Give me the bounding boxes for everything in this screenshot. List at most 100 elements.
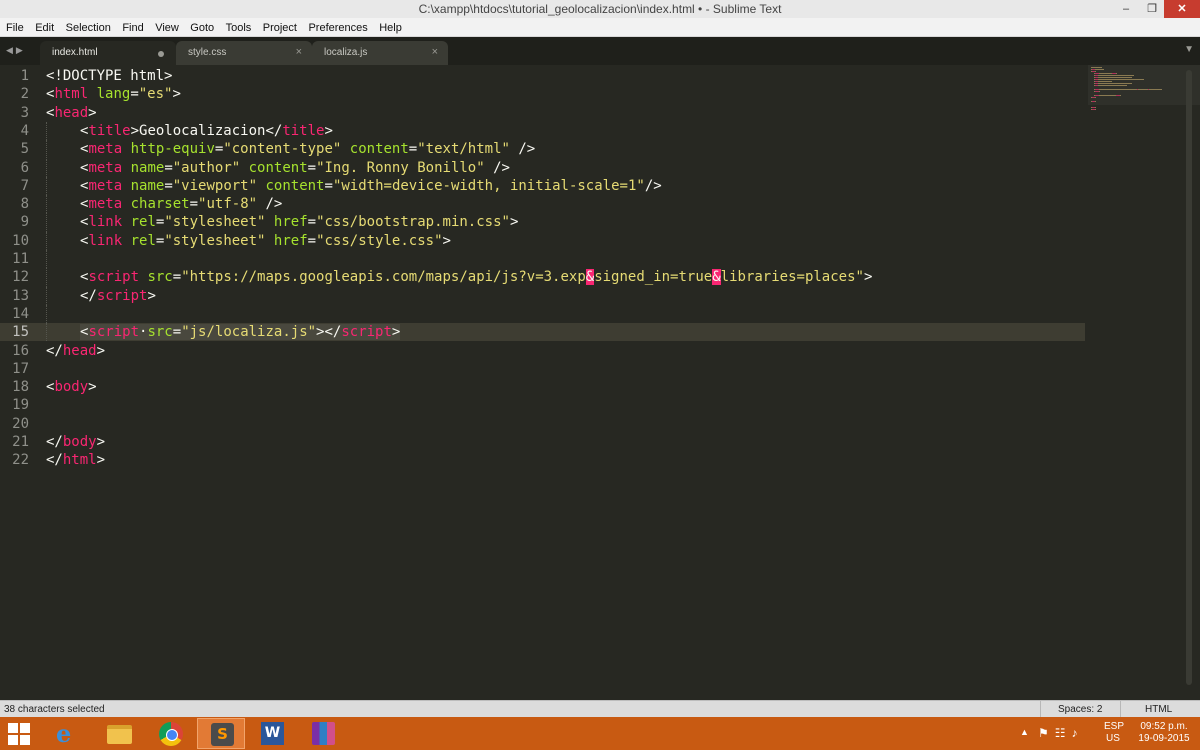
- code-editor[interactable]: 1 <!DOCTYPE html> 2 <html lang="es"> 3 <head>…: [0, 65, 1200, 700]
- code-line[interactable]: 5 <meta http-equiv="content-type" content…: [0, 140, 1085, 159]
- minimap-stroke: [1116, 73, 1117, 74]
- indent-guide: [46, 250, 47, 269]
- taskbar-chrome[interactable]: [146, 718, 194, 749]
- minimize-button[interactable]: –: [1112, 0, 1140, 18]
- plain-token: >: [147, 287, 156, 304]
- menu-file[interactable]: File: [0, 19, 24, 34]
- code-line[interactable]: 9 <link rel="stylesheet" href="css/bootst…: [0, 213, 1085, 232]
- indent-guide: [46, 213, 47, 232]
- menu-help[interactable]: Help: [373, 19, 402, 34]
- code-line[interactable]: 14: [0, 304, 1085, 324]
- indent-guide: [46, 268, 47, 287]
- vertical-scrollbar[interactable]: [1186, 70, 1192, 685]
- indent-guide: [46, 121, 47, 141]
- ampersand-token: &: [585, 269, 595, 286]
- code-line[interactable]: 18 <body>: [0, 378, 1085, 396]
- code-line[interactable]: 11: [0, 250, 1085, 269]
- tab-style-css[interactable]: style.css ×: [176, 41, 312, 65]
- maximize-button[interactable]: ❐: [1138, 0, 1166, 18]
- minimap-stroke: [1130, 77, 1132, 78]
- minimap-stroke: [1161, 89, 1162, 90]
- close-tab-icon[interactable]: ×: [296, 46, 302, 58]
- minimap-stroke: [1103, 79, 1110, 80]
- code-line[interactable]: 2 <html lang="es">: [0, 85, 1085, 103]
- plain-token: >Geolocalizacion</: [130, 122, 283, 139]
- syntax-setting[interactable]: HTML: [1145, 704, 1172, 715]
- tab-index-html[interactable]: index.html: [40, 41, 176, 65]
- taskbar-file-explorer[interactable]: [95, 718, 143, 749]
- code-line[interactable]: 4 <title>Geolocalizacion</title>: [0, 121, 1085, 141]
- menu-preferences[interactable]: Preferences: [302, 19, 367, 34]
- tag-token: link: [88, 232, 123, 249]
- menu-find[interactable]: Find: [116, 19, 143, 34]
- minimap-stroke: [1116, 77, 1130, 78]
- tab-scroll-arrows-icon[interactable]: ◀▶: [6, 45, 26, 56]
- plain-token: >: [442, 232, 451, 249]
- plain-token: </: [46, 342, 63, 359]
- code-line[interactable]: 6 <meta name="author" content="Ing. Ronny…: [0, 158, 1085, 177]
- windows-start-icon[interactable]: [8, 723, 30, 745]
- tag-token: link: [88, 214, 123, 231]
- plain-token: =: [307, 214, 317, 231]
- attribute-token: content: [349, 141, 409, 158]
- tag-token: meta: [88, 196, 123, 213]
- tray-status-icons[interactable]: ⚑☷♪: [1038, 726, 1084, 750]
- text-selection: <script·src="js/localiza.js"></script>: [80, 324, 401, 341]
- menu-edit[interactable]: Edit: [29, 19, 54, 34]
- tab-bar: ◀▶ index.html style.css × localiza.js × …: [0, 37, 1200, 65]
- menu-goto[interactable]: Goto: [184, 19, 214, 34]
- code-line[interactable]: 1 <!DOCTYPE html>: [0, 67, 1085, 85]
- unsaved-dot-icon[interactable]: [158, 51, 164, 57]
- taskbar-winrar[interactable]: [299, 718, 347, 749]
- menu-view[interactable]: View: [149, 19, 179, 34]
- menu-tools[interactable]: Tools: [220, 19, 252, 34]
- taskbar-word[interactable]: W: [248, 718, 296, 749]
- code-line[interactable]: 22 </html>: [0, 451, 1085, 469]
- line-number: 1: [20, 68, 29, 84]
- indentation-setting[interactable]: Spaces: 2: [1058, 704, 1102, 715]
- string-token: "js/localiza.js": [181, 324, 317, 341]
- tab-label: style.css: [188, 47, 227, 58]
- code-line[interactable]: 10 <link rel="stylesheet" href="css/style…: [0, 231, 1085, 250]
- tab-list-dropdown-icon[interactable]: ▼: [1184, 44, 1194, 55]
- code-line[interactable]: 21 </body>: [0, 433, 1085, 451]
- system-clock[interactable]: 09:52 p.m. 19-09-2015: [1136, 721, 1192, 750]
- string-token: "stylesheet": [164, 214, 266, 231]
- code-line[interactable]: 15 <script·src="js/localiza.js"></script>: [0, 323, 1085, 342]
- taskbar-internet-explorer[interactable]: e: [44, 718, 92, 749]
- plain-token: </: [80, 287, 97, 304]
- string-token: "content-type": [223, 141, 342, 158]
- code-line[interactable]: 19: [0, 396, 1085, 414]
- taskbar-sublime-text[interactable]: S: [197, 718, 245, 749]
- attribute-token: name: [130, 177, 165, 194]
- code-line[interactable]: 12 <script src="https://maps.googleapis.c…: [0, 268, 1085, 287]
- menu-project[interactable]: Project: [257, 19, 297, 34]
- minimap-stroke: [1095, 109, 1096, 110]
- minimap-stroke: [1110, 81, 1112, 82]
- input-language[interactable]: ESP US: [1104, 721, 1124, 750]
- indent-guide: [46, 231, 47, 250]
- plain-token: />: [644, 177, 662, 194]
- code-line[interactable]: 20: [0, 415, 1085, 433]
- tab-localiza-js[interactable]: localiza.js ×: [312, 41, 448, 65]
- code-line[interactable]: 17: [0, 360, 1085, 378]
- code-line[interactable]: 8 <meta charset="utf-8" />: [0, 195, 1085, 214]
- code-line[interactable]: 16 </head>: [0, 342, 1085, 360]
- attribute-token: content: [248, 159, 308, 176]
- code-line[interactable]: 13 </script>: [0, 286, 1085, 305]
- tag-token: title: [88, 122, 131, 139]
- show-hidden-icons-icon[interactable]: ▲: [1020, 727, 1029, 750]
- minimap[interactable]: [1088, 65, 1200, 700]
- code-line[interactable]: 3 <head>: [0, 104, 1085, 122]
- menu-selection[interactable]: Selection: [60, 19, 111, 34]
- close-tab-icon[interactable]: ×: [432, 46, 438, 58]
- minimap-stroke: [1095, 97, 1096, 98]
- code-line[interactable]: 7 <meta name="viewport" content="width=de…: [0, 176, 1085, 196]
- minimap-stroke: [1107, 75, 1117, 76]
- code-text: <script src="https://maps.googleapis.com…: [80, 268, 872, 286]
- line-number: 20: [12, 415, 29, 432]
- line-number: 19: [12, 397, 29, 414]
- code-text: <link rel="stylesheet" href="css/style.c…: [80, 232, 451, 250]
- close-button[interactable]: ✕: [1164, 0, 1200, 18]
- code-text: <title>Geolocalizacion</title>: [80, 122, 333, 140]
